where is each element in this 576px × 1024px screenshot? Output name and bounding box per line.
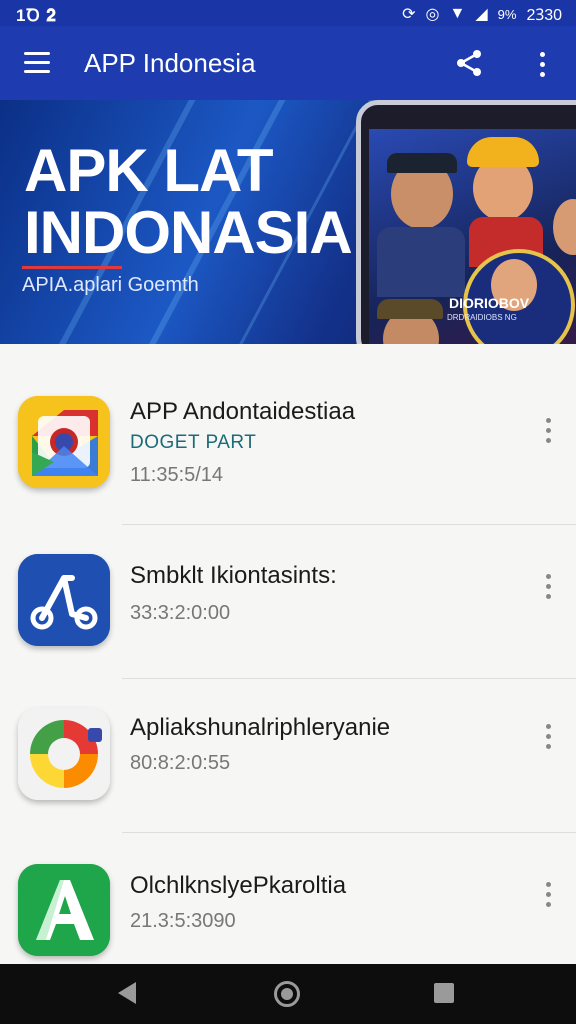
banner-title-line2: INDONASIA <box>24 199 353 266</box>
back-icon[interactable] <box>118 982 136 1004</box>
more-vert-icon[interactable] <box>540 570 556 600</box>
promo-banner[interactable]: APK LAT INDONASIA APIA.aplari Goemth DIO… <box>0 100 576 344</box>
share-icon[interactable] <box>454 48 484 78</box>
app-title: Apliakshunalriphleryanie <box>130 714 391 741</box>
google-maps-style-icon <box>18 396 110 488</box>
banner-underline <box>22 266 122 269</box>
menu-hamburger-icon[interactable] <box>24 52 50 74</box>
divider <box>122 524 576 525</box>
banner-title-line1: APK LAT <box>24 137 274 204</box>
app-bar: APP Indonesia <box>0 26 576 100</box>
recent-apps-icon[interactable] <box>434 983 454 1003</box>
list-item[interactable]: Apliakshunalriphleryanie 80:8:2:0:55 <box>0 680 576 835</box>
sync-icon: ⟳ <box>402 6 416 23</box>
list-item[interactable]: Smbklt Ikiontasints: 33:3:2:0:00 <box>0 526 576 681</box>
app-title: OlchlknslyePkaroltia <box>130 872 347 899</box>
app-timestamp: 33:3:2:0:00 <box>130 602 231 624</box>
more-vert-icon[interactable] <box>540 414 556 444</box>
wifi-icon: ▼ <box>449 5 466 22</box>
more-vert-icon[interactable] <box>540 878 556 908</box>
divider <box>122 678 576 679</box>
signal-icon: ◢ <box>475 6 488 23</box>
hero-hair-illustration <box>467 137 539 167</box>
overflow-menu-icon[interactable] <box>532 48 552 78</box>
phone-screen: DIORIOBOV DRDRAIDIOBS NG <box>369 129 576 344</box>
status-icons: ⟳ ◎ ▼ ◢ 9% 2Ꝫ30 <box>402 3 562 25</box>
app-title: Smbklt Ikiontasints: <box>130 562 337 589</box>
system-nav-bar <box>0 964 576 1024</box>
battery-text: 9% <box>497 6 517 22</box>
list-item[interactable]: APP Andontaidestiaa DOGET PART 11:35:5/1… <box>0 366 576 521</box>
banner-subtitle: APIA.aplari Goemth <box>22 274 199 296</box>
app-subtitle: DOGET PART <box>130 432 257 453</box>
soldier-hat-illustration <box>377 299 443 319</box>
phone-badge-text: DIORIOBOV <box>449 295 530 311</box>
app-timestamp: 21.3:5:3090 <box>130 910 236 932</box>
app-title: APP Andontaidestiaa <box>130 398 356 425</box>
divider <box>122 832 576 833</box>
character-right-illustration <box>553 199 576 255</box>
scooter-icon <box>18 554 110 646</box>
character-police-cap-illustration <box>387 153 457 173</box>
app-list: APP Andontaidestiaa DOGET PART 11:35:5/1… <box>0 344 576 964</box>
police-body-illustration <box>377 227 465 297</box>
status-bar: 1Ꝺ 𝟐 ⟳ ◎ ▼ ◢ 9% 2Ꝫ30 <box>0 0 576 26</box>
circular-arrows-icon <box>18 708 110 800</box>
home-icon[interactable] <box>274 981 300 1007</box>
do-not-disturb-icon: ◎ <box>425 6 440 23</box>
letter-a-icon <box>18 864 110 956</box>
app-title: APP Indonesia <box>84 48 256 78</box>
status-left-text: 1Ꝺ 𝟐 <box>16 6 57 25</box>
phone-badge-small-text: DRDRAIDIOBS NG <box>447 313 517 322</box>
app-timestamp: 11:35:5/14 <box>130 464 224 486</box>
phone-illustration: DIORIOBOV DRDRAIDIOBS NG <box>356 100 576 344</box>
banner-title: APK LAT INDONASIA <box>24 137 353 266</box>
status-time: 2Ꝫ30 <box>526 7 562 24</box>
app-timestamp: 80:8:2:0:55 <box>130 752 231 774</box>
more-vert-icon[interactable] <box>540 720 556 750</box>
